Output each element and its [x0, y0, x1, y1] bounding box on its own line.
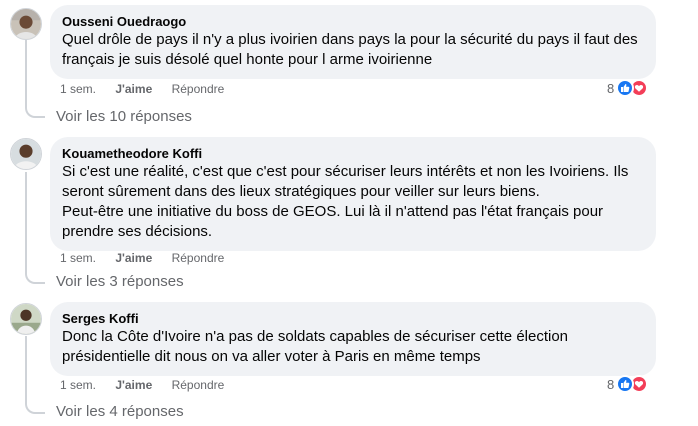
avatar[interactable] [10, 8, 42, 40]
reply-button[interactable]: Répondre [172, 251, 225, 265]
like-icon [616, 79, 635, 97]
like-button[interactable]: J'aime [115, 82, 152, 96]
comment-author[interactable]: Ousseni Ouedraogo [62, 13, 644, 30]
comment-actions: 1 sem. J'aime Répondre [60, 250, 240, 266]
thread-connector [25, 104, 45, 118]
reaction-count: 8 [607, 376, 615, 392]
thread-connector [25, 270, 45, 284]
comment-text: Si c'est une réalité, c'est que c'est po… [62, 163, 629, 240]
view-replies-link[interactable]: Voir les 3 réponses [56, 272, 184, 292]
thread-line [25, 40, 27, 104]
comment-bubble: Ousseni Ouedraogo Quel drôle de pays il … [50, 5, 656, 79]
thread-line [25, 336, 27, 402]
avatar[interactable] [10, 303, 42, 335]
comment-timestamp[interactable]: 1 sem. [60, 82, 96, 96]
reaction-summary[interactable]: 8 [607, 79, 649, 97]
thread-line [25, 172, 27, 272]
avatar-image-kouametheodore [11, 139, 41, 169]
comment-actions: 1 sem. J'aime Répondre [60, 81, 240, 97]
comment-text: Donc la Côte d'Ivoire n'a pas de soldats… [62, 328, 569, 365]
avatar[interactable] [10, 138, 42, 170]
comment-author[interactable]: Serges Koffi [62, 310, 644, 327]
avatar-image-ousseni [11, 9, 41, 39]
view-replies-link[interactable]: Voir les 4 réponses [56, 402, 184, 422]
view-replies-link[interactable]: Voir les 10 réponses [56, 107, 192, 127]
comment-actions: 1 sem. J'aime Répondre [60, 377, 240, 393]
reply-button[interactable]: Répondre [172, 378, 225, 392]
comment-bubble: Serges Koffi Donc la Côte d'Ivoire n'a p… [50, 302, 656, 376]
avatar-image-serges [11, 304, 41, 334]
reaction-summary[interactable]: 8 [607, 375, 649, 393]
reaction-count: 8 [607, 80, 615, 96]
like-button[interactable]: J'aime [115, 378, 152, 392]
comment-timestamp[interactable]: 1 sem. [60, 378, 96, 392]
thread-connector [25, 400, 45, 414]
like-button[interactable]: J'aime [115, 251, 152, 265]
comment-text: Quel drôle de pays il n'y a plus ivoirie… [62, 31, 638, 68]
comment-bubble: Kouametheodore Koffi Si c'est une réalit… [50, 137, 656, 251]
like-icon [616, 375, 635, 393]
comment-author[interactable]: Kouametheodore Koffi [62, 145, 644, 162]
comment-timestamp[interactable]: 1 sem. [60, 251, 96, 265]
reply-button[interactable]: Répondre [172, 82, 225, 96]
